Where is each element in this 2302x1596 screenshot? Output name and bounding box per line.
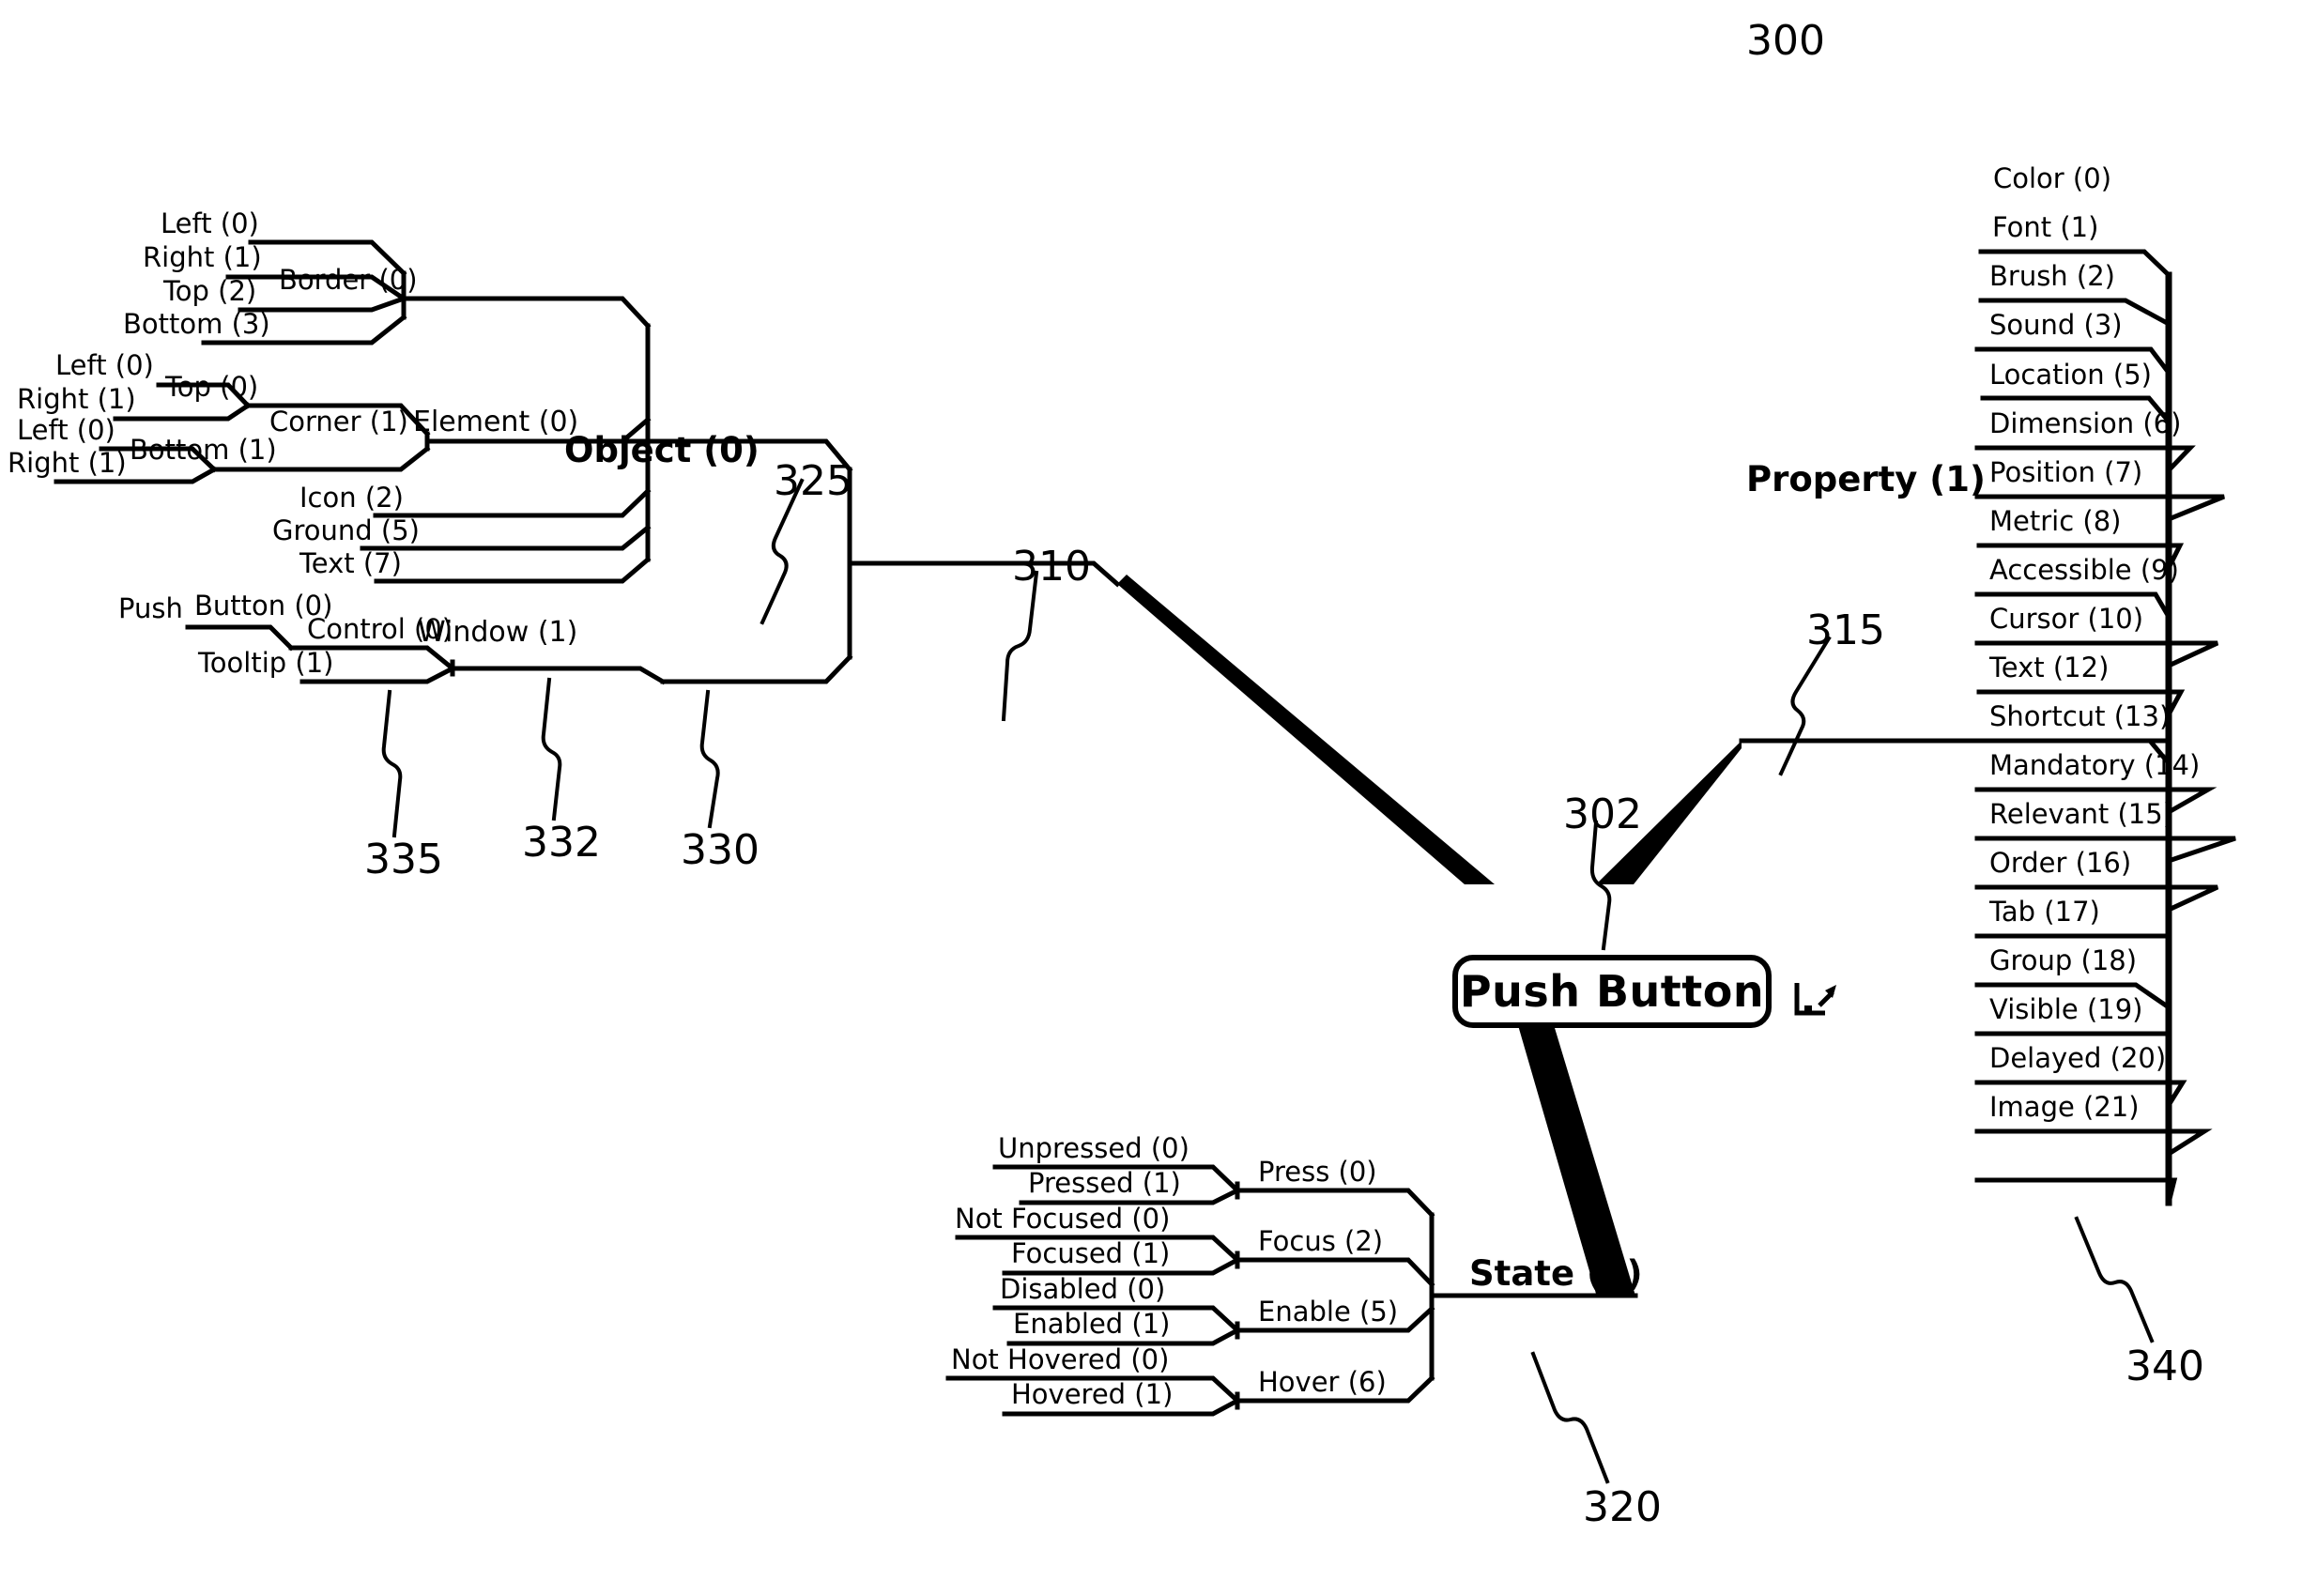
center-node-push-button[interactable]: Push Button (1452, 955, 1772, 1028)
property-item: Color (0) (1993, 162, 2112, 194)
node-focus: Focus (2) (1258, 1225, 1384, 1257)
leaf-enable-enabled: Enabled (1) (1013, 1308, 1171, 1340)
node-hover: Hover (6) (1258, 1366, 1387, 1398)
property-item: Text (12) (1989, 652, 2110, 683)
node-enable: Enable (5) (1258, 1296, 1399, 1327)
leaf-corner-top-left: Left (0) (55, 349, 154, 381)
property-item: Mandatory (14) (1989, 749, 2201, 781)
leaf-enable-disabled: Disabled (0) (1000, 1273, 1166, 1305)
leaf-hover-hovered: Hovered (1) (1011, 1378, 1174, 1410)
leaf-border-bottom: Bottom (3) (123, 308, 270, 340)
leaf-corner-bottom-left: Left (0) (17, 414, 115, 446)
property-item: Tab (17) (1989, 896, 2100, 928)
node-corner-bottom: Bottom (1) (130, 434, 277, 466)
leaf-border-right: Right (1) (143, 241, 262, 273)
property-item: Location (5) (1989, 359, 2152, 391)
leaf-border-left: Left (0) (161, 207, 259, 239)
property-item: Image (21) (1989, 1091, 2140, 1123)
property-item: Metric (8) (1989, 505, 2122, 537)
property-item: Cursor (10) (1989, 603, 2144, 635)
ref-340: 340 (2126, 1343, 2204, 1390)
property-item: Accessible (9) (1989, 554, 2179, 586)
node-press: Press (0) (1258, 1156, 1377, 1188)
leaf-hover-nothovered: Not Hovered (0) (951, 1343, 1170, 1375)
property-item: Delayed (20) (1989, 1042, 2167, 1074)
leaf-element-ground: Ground (5) (272, 514, 420, 546)
node-window: Window (1) (418, 616, 578, 649)
leaf-element-icon: Icon (2) (299, 482, 404, 514)
node-tooltip: Tooltip (1) (198, 647, 334, 679)
property-item: Brush (2) (1989, 260, 2115, 292)
node-element: Element (0) (413, 406, 579, 438)
property-item: Relevant (15) (1989, 798, 2174, 830)
ref-315: 315 (1806, 606, 1885, 654)
property-item: Order (16) (1989, 847, 2132, 879)
leaf-focus-notfocused: Not Focused (0) (955, 1203, 1171, 1235)
leaf-corner-bottom-right: Right (1) (8, 447, 127, 479)
ref-325: 325 (774, 457, 852, 505)
figure-canvas: 300 Left (0) Right (1) Top (2) Bottom (3… (0, 0, 2302, 1596)
ref-332: 332 (522, 819, 601, 867)
figure-number: 300 (1746, 17, 1825, 65)
leaf-press-unpressed: Unpressed (0) (998, 1132, 1189, 1164)
property-item: Visible (19) (1989, 993, 2143, 1025)
ref-310: 310 (1012, 543, 1091, 591)
node-state: State (2) (1469, 1253, 1643, 1294)
property-item: Font (1) (1992, 211, 2099, 243)
property-item: Dimension (6) (1989, 407, 2182, 439)
pointer-cursor-icon (1794, 983, 1836, 1016)
node-property: Property (1) (1746, 459, 1986, 499)
leaf-element-text: Text (7) (299, 547, 402, 579)
property-item: Position (7) (1989, 456, 2143, 488)
leaf-corner-top-right: Right (1) (17, 383, 136, 415)
center-node-label: Push Button (1459, 966, 1765, 1017)
leaf-press-pressed: Pressed (1) (1028, 1167, 1181, 1199)
node-corner: Corner (1) (269, 406, 408, 437)
leaf-button-push: Push (118, 592, 183, 624)
node-border: Border (0) (279, 264, 418, 296)
ref-302: 302 (1563, 790, 1642, 838)
node-corner-top: Top (0) (165, 371, 259, 403)
property-item: Sound (3) (1989, 309, 2123, 341)
leaf-border-top: Top (2) (163, 275, 257, 307)
ref-330: 330 (681, 826, 760, 874)
node-object: Object (0) (564, 430, 760, 470)
property-item: Group (18) (1989, 944, 2138, 976)
ref-320: 320 (1583, 1483, 1662, 1531)
ref-335: 335 (364, 836, 443, 883)
property-item: Shortcut (13) (1989, 700, 2171, 732)
leaf-focus-focused: Focused (1) (1011, 1237, 1171, 1269)
